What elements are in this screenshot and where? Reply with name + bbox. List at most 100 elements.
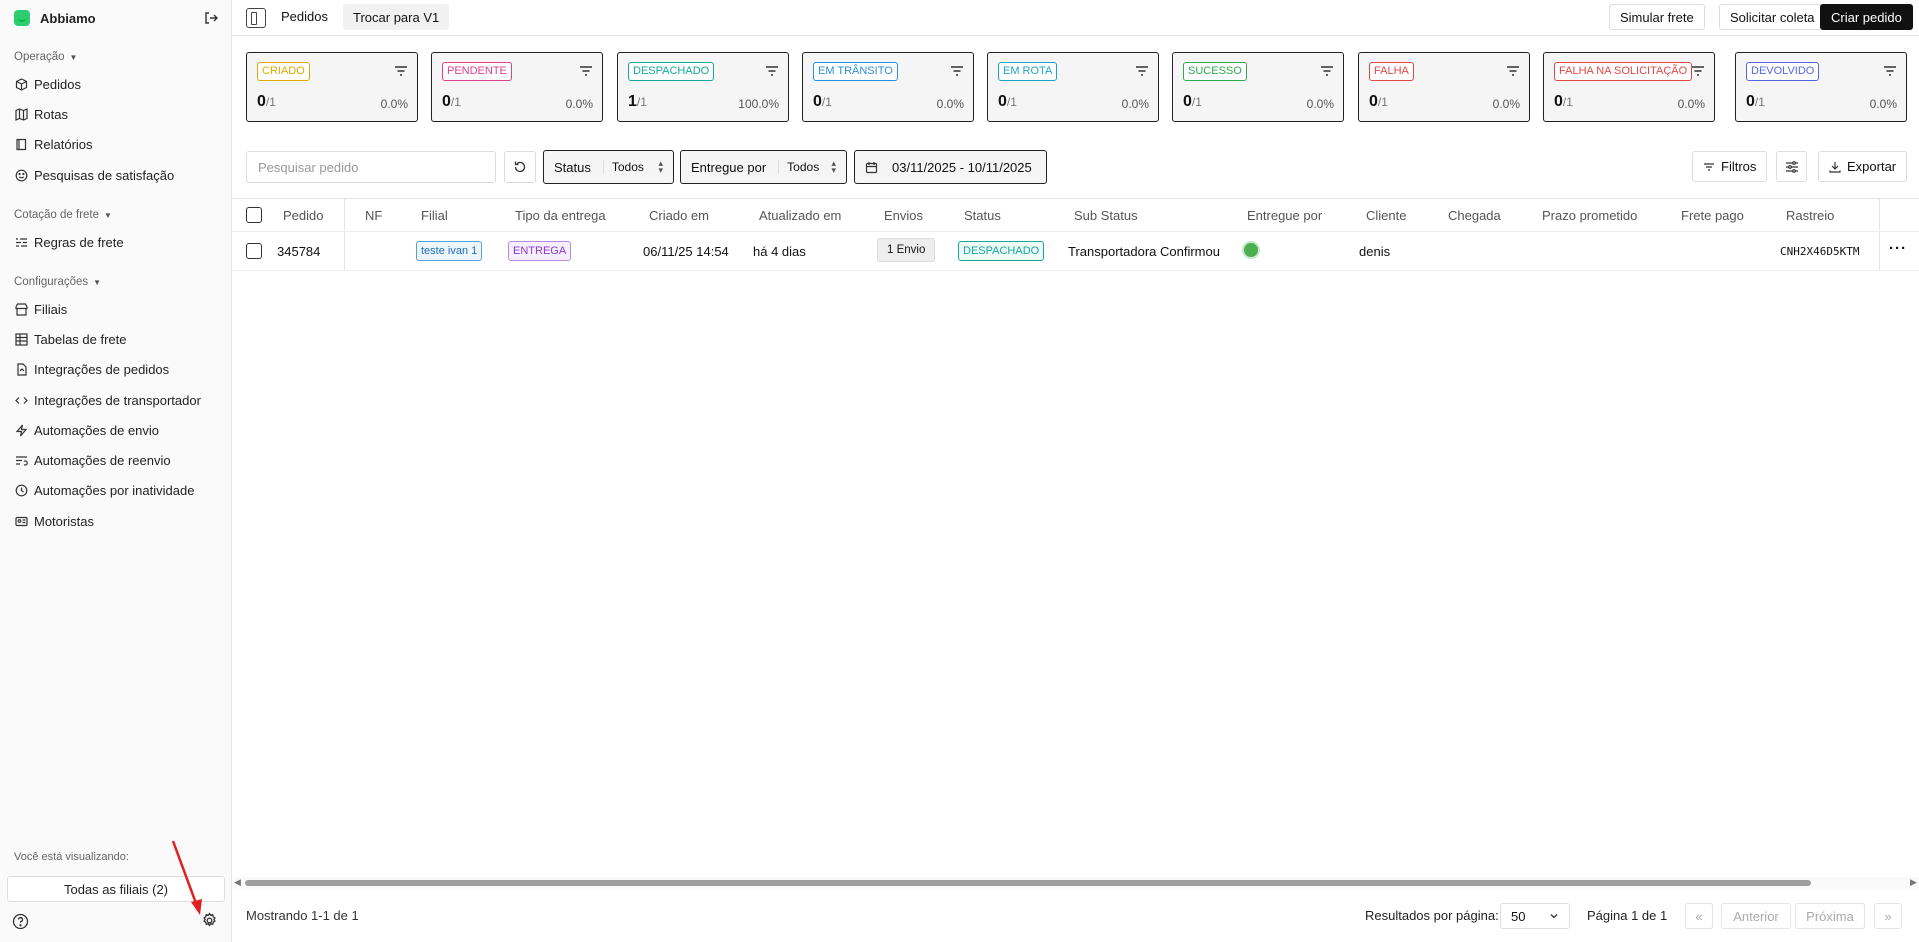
- status-card-badge: FALHA NA SOLICITAÇÃO: [1554, 62, 1693, 81]
- logout-icon[interactable]: [202, 9, 220, 27]
- simulate-freight-button[interactable]: Simular frete: [1609, 4, 1705, 30]
- filter-icon[interactable]: [394, 65, 408, 77]
- status-card[interactable]: FALHA NA SOLICITAÇÃO 0/1 0.0%: [1543, 52, 1715, 122]
- results-per-page-label: Resultados por página:: [1365, 908, 1499, 923]
- date-range-picker[interactable]: 03/11/2025 - 10/11/2025: [854, 150, 1047, 184]
- status-card-percent: 0.0%: [1492, 97, 1520, 111]
- sidebar-item-relatorios[interactable]: Relatórios: [14, 133, 220, 155]
- status-card-badge: FALHA: [1369, 62, 1414, 81]
- delivered-by-filter-select[interactable]: Entregue por Todos ▴ ▾: [680, 150, 847, 184]
- filter-icon[interactable]: [765, 65, 779, 77]
- sidebar-item-tabelas-de-frete[interactable]: Tabelas de frete: [14, 328, 220, 350]
- switch-version-button[interactable]: Trocar para V1: [343, 4, 450, 30]
- status-card[interactable]: DESPACHADO 1/1 100.0%: [617, 52, 789, 122]
- filter-icon[interactable]: [950, 65, 964, 77]
- sidebar-item-pedidos[interactable]: Pedidos: [14, 73, 220, 95]
- column-header-pedido[interactable]: Pedido: [283, 208, 323, 223]
- branch-selector-button[interactable]: Todas as filiais (2): [7, 876, 225, 902]
- results-per-page-select[interactable]: 50: [1500, 903, 1570, 929]
- tracking-code[interactable]: CNH2X46D5KTM: [1780, 245, 1859, 258]
- sidebar-item-pesquisas[interactable]: Pesquisas de satisfação: [14, 164, 220, 186]
- help-icon[interactable]: [12, 913, 30, 931]
- column-header-sub-status[interactable]: Sub Status: [1074, 208, 1138, 223]
- filter-icon: [1704, 162, 1714, 171]
- status-card[interactable]: FALHA 0/1 0.0%: [1358, 52, 1530, 122]
- column-header-envios[interactable]: Envios: [884, 208, 923, 223]
- filter-icon[interactable]: [1135, 65, 1149, 77]
- status-card-total: /1: [821, 95, 832, 109]
- column-header-prazo-prometido[interactable]: Prazo prometido: [1542, 208, 1637, 223]
- column-header-frete-pago[interactable]: Frete pago: [1681, 208, 1744, 223]
- filter-icon[interactable]: [1883, 65, 1897, 77]
- last-page-button[interactable]: »: [1874, 903, 1902, 929]
- column-header-nf[interactable]: NF: [365, 208, 382, 223]
- request-pickup-button[interactable]: Solicitar coleta: [1719, 4, 1826, 30]
- status-card[interactable]: DEVOLVIDO 0/1 0.0%: [1735, 52, 1907, 122]
- column-header-filial[interactable]: Filial: [421, 208, 448, 223]
- status-card[interactable]: EM TRÂNSITO 0/1 0.0%: [802, 52, 974, 122]
- refresh-button[interactable]: [504, 151, 536, 183]
- filter-icon[interactable]: [1506, 65, 1520, 77]
- sidebar-item-motoristas[interactable]: Motoristas: [14, 510, 220, 532]
- first-page-button[interactable]: «: [1685, 903, 1713, 929]
- envios-button[interactable]: 1 Envio: [877, 238, 936, 262]
- status-card-badge: PENDENTE: [442, 62, 512, 81]
- panel-toggle-icon[interactable]: [246, 8, 266, 28]
- previous-page-button[interactable]: Anterior: [1721, 903, 1791, 929]
- horizontal-scrollbar-thumb[interactable]: [245, 880, 1811, 886]
- sidebar-item-integracoes-transportador[interactable]: Integrações de transportador: [14, 389, 220, 411]
- scroll-right-arrow-icon[interactable]: ▶: [1910, 877, 1917, 888]
- results-count: Mostrando 1-1 de 1: [246, 908, 359, 923]
- column-header-tipo-entrega[interactable]: Tipo da entrega: [515, 208, 606, 223]
- section-title-configuracoes[interactable]: Configurações ▼: [14, 276, 101, 288]
- column-header-atualizado-em[interactable]: Atualizado em: [759, 208, 841, 223]
- row-checkbox[interactable]: [246, 243, 262, 259]
- column-header-rastreio[interactable]: Rastreio: [1786, 208, 1834, 223]
- column-header-chegada[interactable]: Chegada: [1448, 208, 1501, 223]
- section-title-operacao[interactable]: Operação ▼: [14, 51, 77, 63]
- filters-button[interactable]: Filtros: [1692, 151, 1768, 182]
- sidebar-item-label: Pedidos: [34, 76, 81, 92]
- status-card[interactable]: SUCESSO 0/1 0.0%: [1172, 52, 1344, 122]
- search-input[interactable]: [246, 151, 496, 183]
- map-icon: [14, 107, 28, 121]
- create-order-button[interactable]: Criar pedido: [1820, 4, 1913, 30]
- sidebar-item-automacoes-envio[interactable]: Automações de envio: [14, 419, 220, 441]
- row-more-actions-icon[interactable]: ···: [1889, 240, 1907, 257]
- sidebar-item-regras-de-frete[interactable]: Regras de frete: [14, 231, 220, 253]
- filter-icon[interactable]: [1320, 65, 1334, 77]
- export-button[interactable]: Exportar: [1818, 151, 1908, 182]
- column-header-status[interactable]: Status: [964, 208, 1001, 223]
- chevron-down-icon: [1550, 914, 1558, 919]
- status-card[interactable]: CRIADO 0/1 0.0%: [246, 52, 418, 122]
- carrier-avatar: [1242, 241, 1260, 259]
- column-header-entregue-por[interactable]: Entregue por: [1247, 208, 1322, 223]
- sidebar-item-automacoes-reenvio[interactable]: Automações de reenvio: [14, 449, 220, 471]
- sidebar-item-rotas[interactable]: Rotas: [14, 103, 220, 125]
- sidebar-item-filiais[interactable]: Filiais: [14, 298, 220, 320]
- viewing-label: Você está visualizando:: [14, 851, 129, 863]
- filter-icon[interactable]: [1691, 65, 1705, 77]
- next-page-button[interactable]: Próxima: [1795, 903, 1865, 929]
- sidebar-item-label: Integrações de transportador: [34, 392, 201, 408]
- status-card[interactable]: PENDENTE 0/1 0.0%: [431, 52, 603, 122]
- section-title-cotacao[interactable]: Cotação de frete ▼: [14, 209, 112, 221]
- column-header-cliente[interactable]: Cliente: [1366, 208, 1406, 223]
- caret-down-icon: ▼: [69, 52, 78, 62]
- sidebar-item-automacoes-inatividade[interactable]: Automações por inatividade: [14, 479, 220, 501]
- select-all-checkbox[interactable]: [246, 207, 262, 223]
- scroll-left-arrow-icon[interactable]: ◀: [234, 877, 241, 888]
- status-card[interactable]: EM ROTA 0/1 0.0%: [987, 52, 1159, 122]
- filter-icon[interactable]: [579, 65, 593, 77]
- status-card-percent: 100.0%: [738, 97, 779, 111]
- page-title: Pedidos: [281, 9, 328, 24]
- column-header-criado-em[interactable]: Criado em: [649, 208, 709, 223]
- status-card-total: /1: [1754, 95, 1765, 109]
- columns-settings-button[interactable]: [1776, 151, 1807, 182]
- status-card-total: /1: [265, 95, 276, 109]
- cell-pedido[interactable]: 345784: [277, 244, 320, 259]
- sidebar-item-integracoes-pedidos[interactable]: Integrações de pedidos: [14, 358, 220, 380]
- status-filter-select[interactable]: Status Todos ▴ ▾: [543, 150, 674, 184]
- settings-gear-icon[interactable]: [201, 912, 219, 930]
- status-card-badge: EM ROTA: [998, 62, 1058, 81]
